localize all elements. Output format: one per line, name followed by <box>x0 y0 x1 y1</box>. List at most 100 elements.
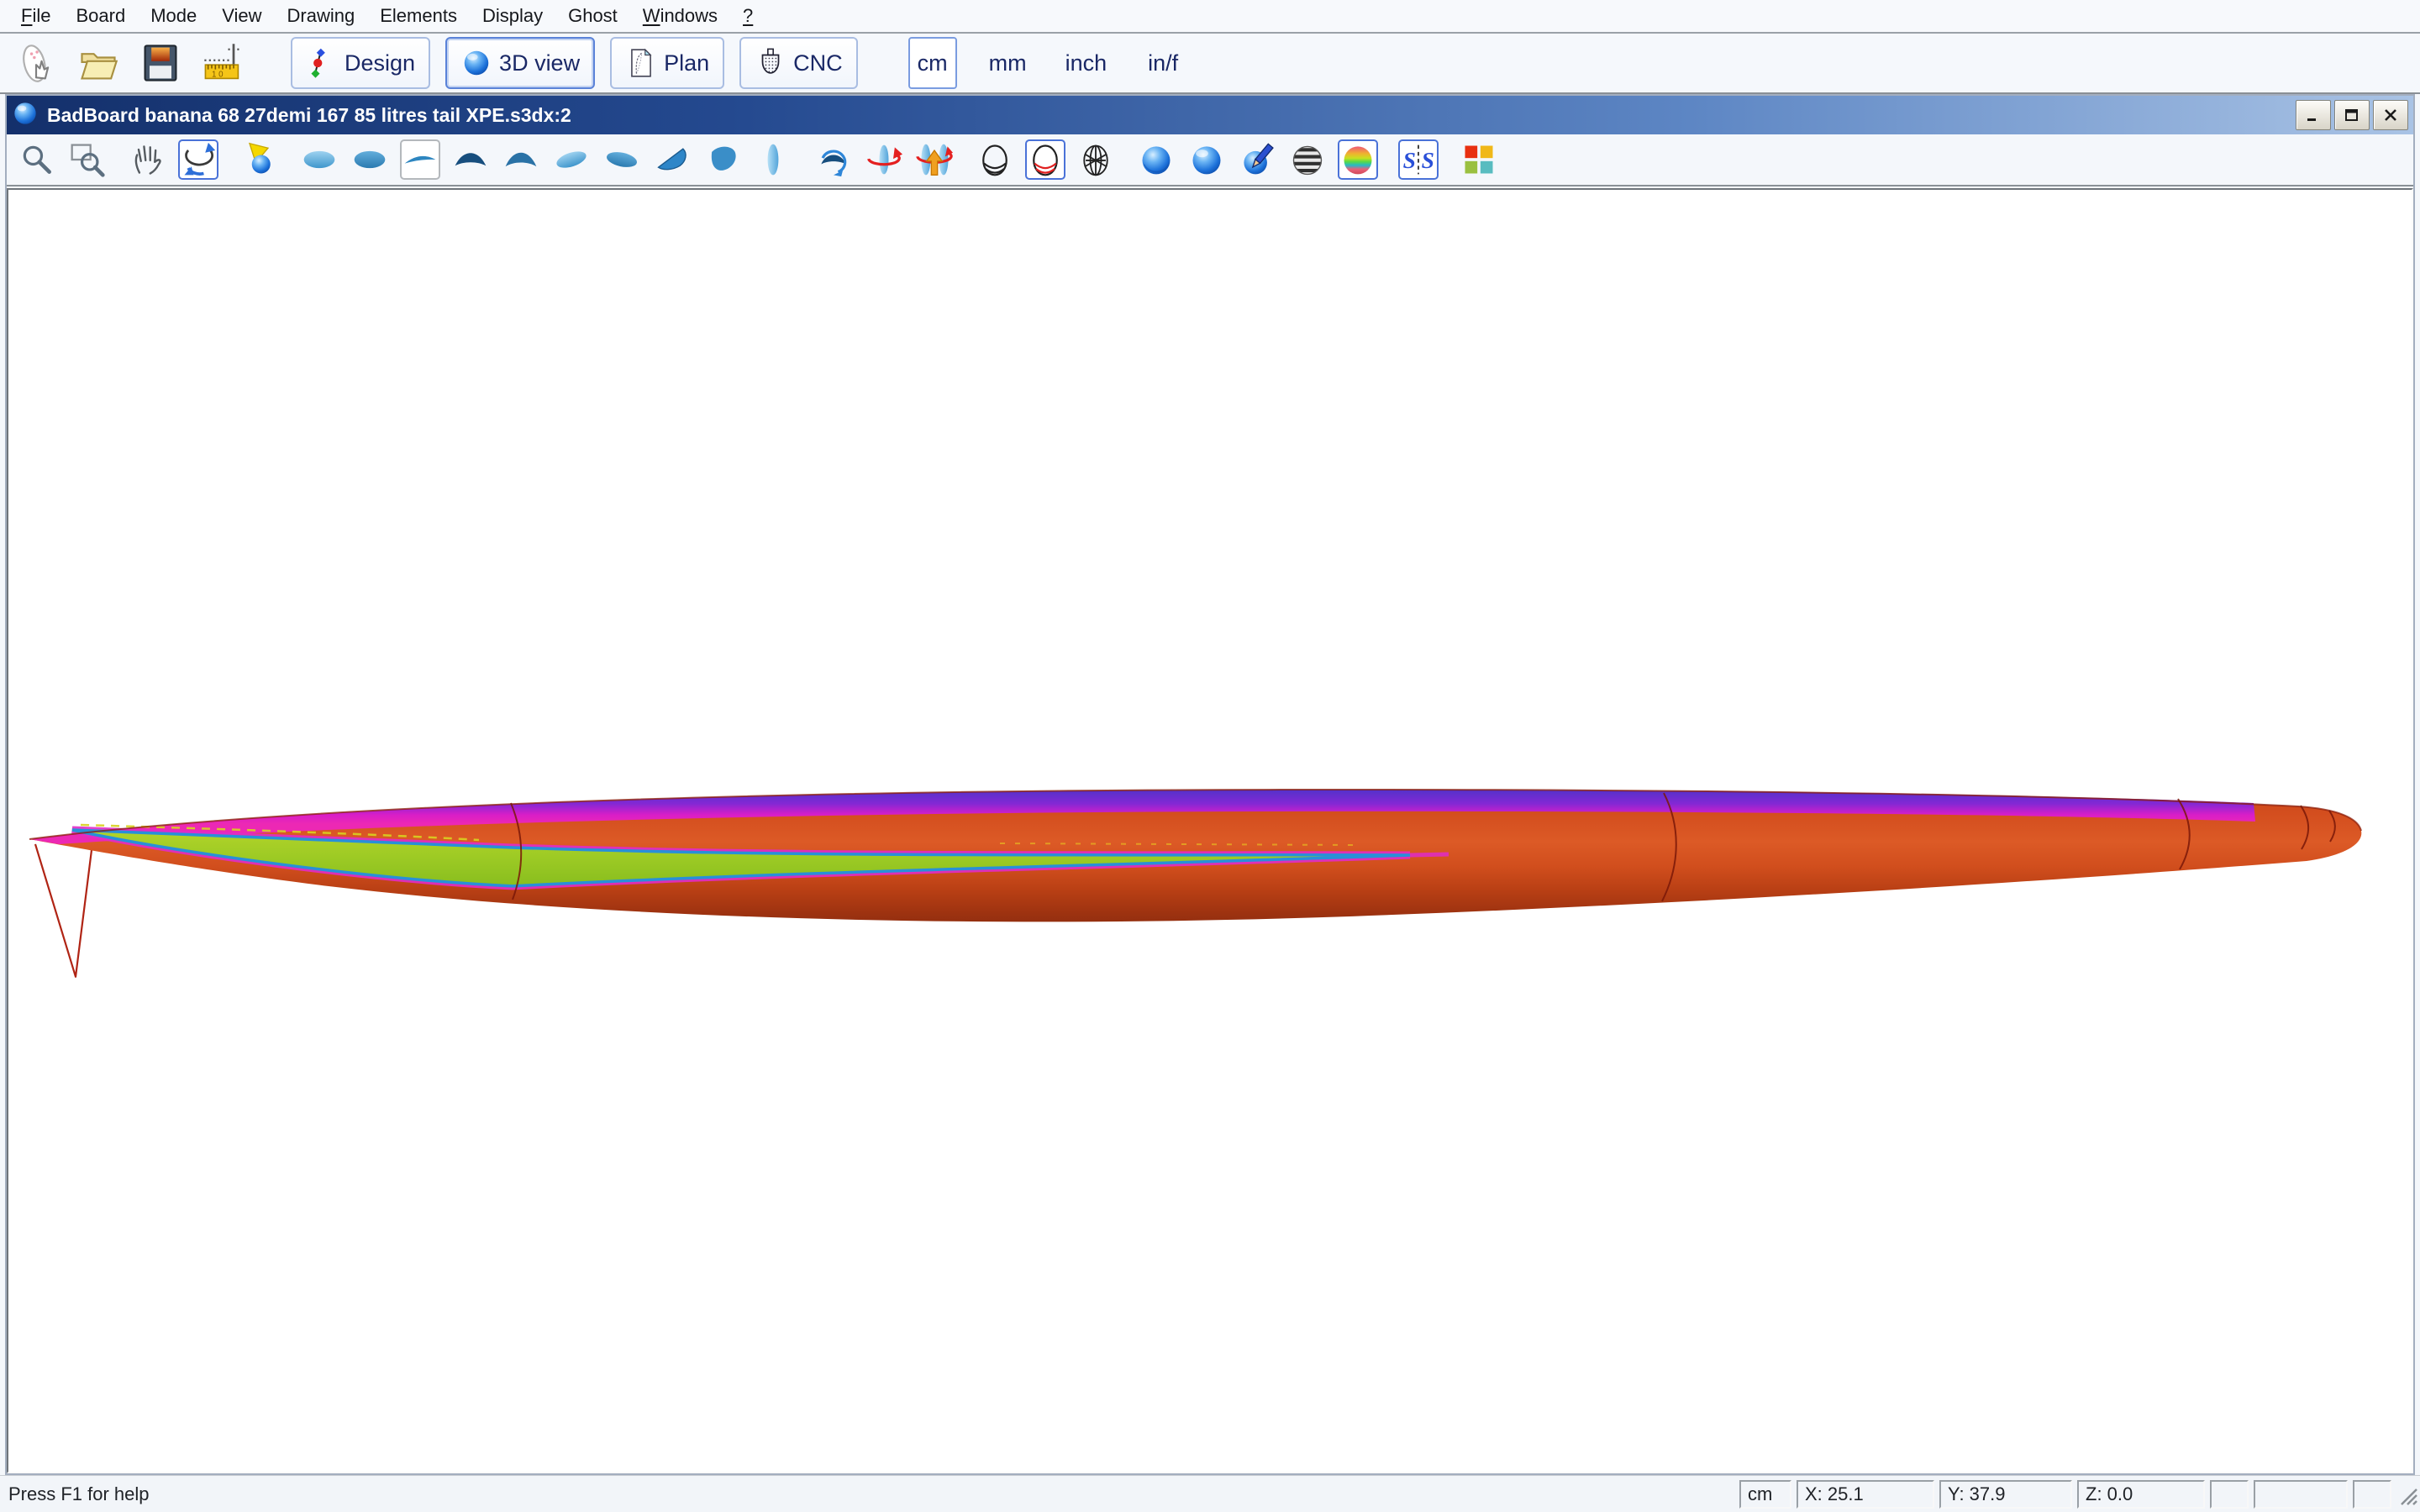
save-file-button[interactable] <box>136 37 185 89</box>
status-panel-cm: cm <box>1739 1480 1791 1509</box>
view-3d-icon <box>460 47 492 79</box>
pan-button[interactable] <box>128 139 168 180</box>
close-button[interactable] <box>2373 100 2408 130</box>
flip-rocker-icon <box>815 141 852 178</box>
minimize-icon <box>2305 108 2322 123</box>
unit-mm[interactable]: mm <box>982 37 1034 89</box>
status-panel-empty <box>2353 1480 2391 1509</box>
design-mode-button[interactable]: Design <box>291 37 430 89</box>
render-smooth-button[interactable] <box>1186 139 1227 180</box>
light-icon <box>240 141 277 178</box>
document-icon <box>12 100 39 131</box>
rotate-board-vertical-button[interactable] <box>914 139 955 180</box>
status-panel-z: Z: 0.0 <box>2077 1480 2205 1509</box>
view-quarter-left-button[interactable] <box>652 139 692 180</box>
rotate-3d-button[interactable] <box>178 139 218 180</box>
unit-inch[interactable]: inch <box>1059 37 1114 89</box>
wireframe-button[interactable] <box>1076 139 1116 180</box>
board-rocker-button[interactable] <box>400 139 440 180</box>
svg-text:S: S <box>1403 147 1416 173</box>
render-curvature-icon <box>1339 141 1376 178</box>
menu-item-board[interactable]: Board <box>63 0 138 32</box>
board-bottom-button[interactable] <box>350 139 390 180</box>
unit-in-f[interactable]: in/f <box>1139 37 1187 89</box>
zoom-window-button[interactable] <box>67 139 108 180</box>
status-bar: Press F1 for help cmX: 25.1Y: 37.9Z: 0.0 <box>0 1475 2420 1512</box>
rotate-board-button[interactable] <box>864 139 904 180</box>
view-quarter-right-button[interactable] <box>702 139 743 180</box>
plan-mode-button[interactable]: Plan <box>610 37 724 89</box>
minimize-button[interactable] <box>2296 100 2331 130</box>
design-icon <box>306 47 338 79</box>
menu-item-view[interactable]: View <box>209 0 274 32</box>
symmetry-icon: SS <box>1400 141 1437 178</box>
status-panel-empty <box>2254 1480 2348 1509</box>
menu-item-drawing[interactable]: Drawing <box>275 0 368 32</box>
board-outline-button[interactable] <box>753 139 793 180</box>
menu-item-file[interactable]: File <box>8 0 63 32</box>
menu-item-windows[interactable]: Windows <box>630 0 730 32</box>
new-board-icon <box>14 41 58 85</box>
measurements-icon: 1 0 <box>201 41 245 85</box>
svg-text:S: S <box>1422 147 1434 173</box>
plan-icon <box>625 47 657 79</box>
contour-lines-red-button[interactable] <box>1025 139 1065 180</box>
menu-bar: FileBoardModeViewDrawingElementsDisplayG… <box>0 0 2420 34</box>
status-panel-empty <box>2210 1480 2249 1509</box>
render-shaded-icon <box>1138 141 1175 178</box>
zoom-icon <box>18 141 55 178</box>
document-titlebar[interactable]: BadBoard banana 68 27demi 167 85 litres … <box>7 96 2413 134</box>
rotate-board-vertical-icon <box>916 141 953 178</box>
canvas-3d-viewport[interactable] <box>7 188 2413 1473</box>
view-toolbar: SS <box>7 134 2413 186</box>
view-tilt-left-button[interactable] <box>551 139 592 180</box>
view-back-button[interactable] <box>501 139 541 180</box>
new-board-button[interactable] <box>12 37 60 89</box>
maximize-icon <box>2344 108 2360 123</box>
board-outline-icon <box>755 141 792 178</box>
wireframe-icon <box>1077 141 1114 178</box>
contour-lines-button[interactable] <box>975 139 1015 180</box>
menu-item-help[interactable]: ? <box>730 0 765 32</box>
view-back-icon <box>502 141 539 178</box>
save-file-icon <box>139 41 182 85</box>
board-top-button[interactable] <box>299 139 339 180</box>
menu-item-ghost[interactable]: Ghost <box>555 0 630 32</box>
fin-outline <box>35 844 92 977</box>
svg-text:1 0: 1 0 <box>212 70 224 79</box>
view-tilt-left-icon <box>553 141 590 178</box>
render-shaded-button[interactable] <box>1136 139 1176 180</box>
light-button[interactable] <box>239 139 279 180</box>
cnc-mode-button[interactable]: CNC <box>739 37 858 89</box>
view-front-button[interactable] <box>450 139 491 180</box>
open-file-icon <box>76 41 120 85</box>
render-curvature-button[interactable] <box>1338 139 1378 180</box>
view-tilt-right-icon <box>603 141 640 178</box>
render-zebra-icon <box>1289 141 1326 178</box>
maximize-button[interactable] <box>2334 100 2370 130</box>
resize-grip[interactable] <box>2396 1484 2418 1510</box>
unit-cm[interactable]: cm <box>908 37 957 89</box>
status-panel-x: X: 25.1 <box>1797 1480 1934 1509</box>
menu-item-display[interactable]: Display <box>470 0 555 32</box>
color-palette-button[interactable] <box>1459 139 1499 180</box>
measurements-button[interactable]: 1 0 <box>198 37 247 89</box>
status-help-text: Press F1 for help <box>0 1483 1739 1505</box>
close-icon <box>2382 108 2399 123</box>
open-file-button[interactable] <box>74 37 123 89</box>
zoom-window-icon <box>69 141 106 178</box>
menu-item-elements[interactable]: Elements <box>367 0 470 32</box>
view-tilt-right-button[interactable] <box>602 139 642 180</box>
contour-lines-red-icon <box>1027 141 1064 178</box>
3d-view-mode-button[interactable]: 3D view <box>445 37 595 89</box>
cnc-icon <box>755 47 786 79</box>
menu-item-mode[interactable]: Mode <box>138 0 209 32</box>
main-toolbar: 1 0 Design 3D view Plan CNC cmmminch in/f <box>0 34 2420 94</box>
flip-rocker-button[interactable] <box>813 139 854 180</box>
zoom-button[interactable] <box>17 139 57 180</box>
render-paint-button[interactable] <box>1237 139 1277 180</box>
symmetry-button[interactable]: SS <box>1398 139 1439 180</box>
render-zebra-button[interactable] <box>1287 139 1328 180</box>
rotate-board-icon <box>865 141 902 178</box>
color-palette-icon <box>1460 141 1497 178</box>
